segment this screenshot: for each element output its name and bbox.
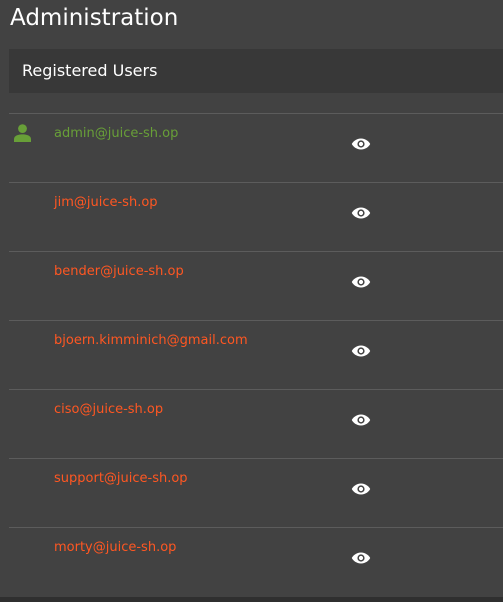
eye-icon[interactable] (351, 482, 371, 496)
page-title: Administration (10, 5, 179, 31)
eye-icon[interactable] (351, 206, 371, 220)
user-email-link[interactable]: ciso@juice-sh.op (54, 401, 259, 419)
user-icon (14, 124, 31, 142)
user-email-link[interactable]: morty@juice-sh.op (54, 539, 259, 557)
table-row: bender@juice-sh.op (9, 251, 503, 320)
eye-icon[interactable] (351, 551, 371, 565)
table-row: bjoern.kimminich@gmail.com (9, 320, 503, 389)
table-row: morty@juice-sh.op (9, 527, 503, 596)
eye-icon[interactable] (351, 275, 371, 289)
user-email-link[interactable]: jim@juice-sh.op (54, 194, 259, 212)
user-email-link[interactable]: admin@juice-sh.op (54, 125, 259, 143)
eye-icon[interactable] (351, 137, 371, 151)
registered-users-table: admin@juice-sh.op jim@juice-sh.op bender… (9, 113, 503, 596)
table-row: admin@juice-sh.op (9, 113, 503, 182)
bottom-scrollbar-track (0, 597, 503, 602)
table-row: ciso@juice-sh.op (9, 389, 503, 458)
user-email-link[interactable]: support@juice-sh.op (54, 470, 259, 488)
table-row: jim@juice-sh.op (9, 182, 503, 251)
eye-icon[interactable] (351, 413, 371, 427)
registered-users-title: Registered Users (22, 61, 158, 80)
eye-icon[interactable] (351, 344, 371, 358)
user-email-link[interactable]: bjoern.kimminich@gmail.com (54, 332, 259, 350)
registered-users-header: Registered Users (9, 49, 503, 93)
user-email-link[interactable]: bender@juice-sh.op (54, 263, 259, 281)
table-row: support@juice-sh.op (9, 458, 503, 527)
